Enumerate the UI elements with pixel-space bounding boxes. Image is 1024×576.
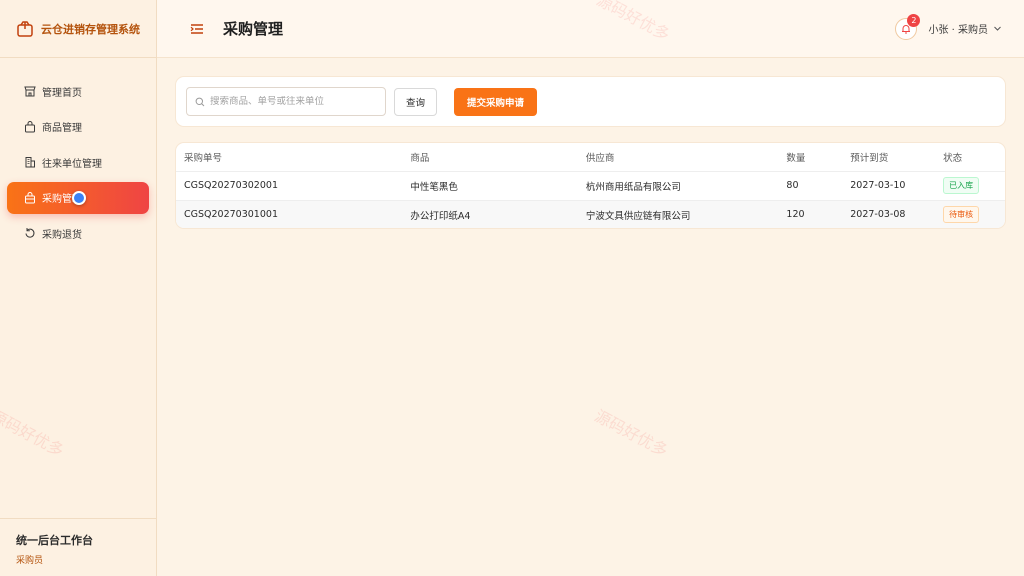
notification-button[interactable]: 2 <box>895 13 921 40</box>
search-input[interactable] <box>210 96 380 107</box>
role-label: 采购员 <box>16 556 44 566</box>
purchase-table-card: 采购单号 商品 供应商 数量 预计到货 状态 CGSQ20270302001 中… <box>175 142 1006 229</box>
workspace-title: 统一后台工作台 <box>16 534 93 547</box>
table-header-row: 采购单号 商品 供应商 数量 预计到货 状态 <box>176 143 1005 172</box>
status-cell: 待审核 <box>935 200 1005 228</box>
submit-purchase-request-button[interactable]: 提交采购申请 <box>454 87 537 116</box>
eta-cell: 2027-03-10 <box>842 171 936 201</box>
purchase-icon <box>25 191 35 203</box>
table-row[interactable]: CGSQ20270301001 办公打印纸A4 宁波文具供应链有限公司 120 … <box>176 200 1005 228</box>
quantity-cell: 120 <box>778 200 843 228</box>
query-button[interactable]: 查询 <box>394 87 437 116</box>
mouse-cursor-indicator <box>72 190 86 205</box>
sidebar-footer: 统一后台工作台 采购员 <box>0 518 157 576</box>
sidebar-item-purchase[interactable]: 采购管理 <box>7 181 149 214</box>
supplier-cell: 宁波文具供应链有限公司 <box>577 200 779 228</box>
purchase-table: 采购单号 商品 供应商 数量 预计到货 状态 CGSQ20270302001 中… <box>176 143 1005 228</box>
table-row[interactable]: CGSQ20270302001 中性笔黑色 杭州商用纸品有限公司 80 2027… <box>176 171 1005 201</box>
return-icon <box>25 228 35 238</box>
product-cell: 办公打印纸A4 <box>402 200 578 228</box>
column-header-quantity[interactable]: 数量 <box>778 143 843 172</box>
sidebar-item-label: 商品管理 <box>42 123 82 134</box>
search-field[interactable] <box>186 87 386 116</box>
user-area: 2 小张 · 采购员 <box>895 13 1002 40</box>
supplier-cell: 杭州商用纸品有限公司 <box>577 171 779 201</box>
sidebar-item-products[interactable]: 商品管理 <box>7 111 149 143</box>
status-badge: 已入库 <box>943 177 980 194</box>
sidebar-item-label: 往来单位管理 <box>42 158 102 170</box>
notification-badge: 2 <box>907 13 921 27</box>
quantity-cell: 80 <box>778 171 843 201</box>
bag-icon <box>25 120 35 132</box>
brand[interactable]: 云仓进销存管理系统 <box>0 0 156 58</box>
search-icon <box>195 97 205 106</box>
column-header-product[interactable]: 商品 <box>402 143 578 172</box>
search-toolbar: 查询 提交采购申请 <box>175 76 1006 127</box>
status-badge: 待审核 <box>943 206 980 224</box>
order-id-cell: CGSQ20270302001 <box>176 171 403 201</box>
building-icon <box>25 157 35 168</box>
user-menu[interactable]: 小张 · 采购员 <box>928 21 988 36</box>
sidebar-item-label: 采购退货 <box>42 229 82 241</box>
chevron-down-icon[interactable] <box>993 24 1002 33</box>
menu-toggle-icon[interactable] <box>190 23 204 35</box>
topbar: 采购管理 2 小张 · 采购员 <box>157 0 1024 58</box>
column-header-supplier[interactable]: 供应商 <box>577 143 779 172</box>
app-title: 云仓进销存管理系统 <box>41 22 140 36</box>
storefront-icon <box>24 86 36 97</box>
eta-cell: 2027-03-08 <box>842 200 936 228</box>
column-header-status[interactable]: 状态 <box>935 143 1005 172</box>
sidebar-item-label: 管理首页 <box>42 87 82 99</box>
box-logo-icon <box>17 20 33 37</box>
product-cell: 中性笔黑色 <box>402 171 578 201</box>
sidebar-nav: 管理首页 商品管理 往来单位管理 采购管理 采购退货 <box>0 58 156 249</box>
watermark: 源码好优多 <box>591 406 672 461</box>
column-header-order-id[interactable]: 采购单号 <box>176 143 403 172</box>
sidebar: 云仓进销存管理系统 管理首页 商品管理 往来单位管理 采购管理 采购退货 统一后… <box>0 0 157 576</box>
sidebar-item-home[interactable]: 管理首页 <box>7 75 149 107</box>
status-cell: 已入库 <box>935 171 1005 201</box>
sidebar-item-partners[interactable]: 往来单位管理 <box>7 146 149 178</box>
page-title: 采购管理 <box>223 20 284 38</box>
column-header-eta[interactable]: 预计到货 <box>842 143 936 172</box>
order-id-cell: CGSQ20270301001 <box>176 200 403 228</box>
sidebar-item-purchase-return[interactable]: 采购退货 <box>7 217 149 249</box>
